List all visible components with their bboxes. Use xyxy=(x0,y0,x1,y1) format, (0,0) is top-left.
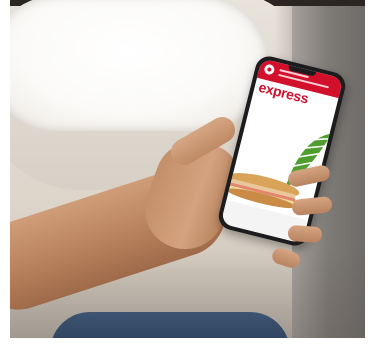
photo: express xyxy=(10,0,365,338)
finger xyxy=(287,224,323,244)
photo-frame: express xyxy=(0,0,373,345)
jeans xyxy=(50,312,290,338)
logo-icon xyxy=(263,63,276,76)
airplane-window xyxy=(10,0,268,131)
